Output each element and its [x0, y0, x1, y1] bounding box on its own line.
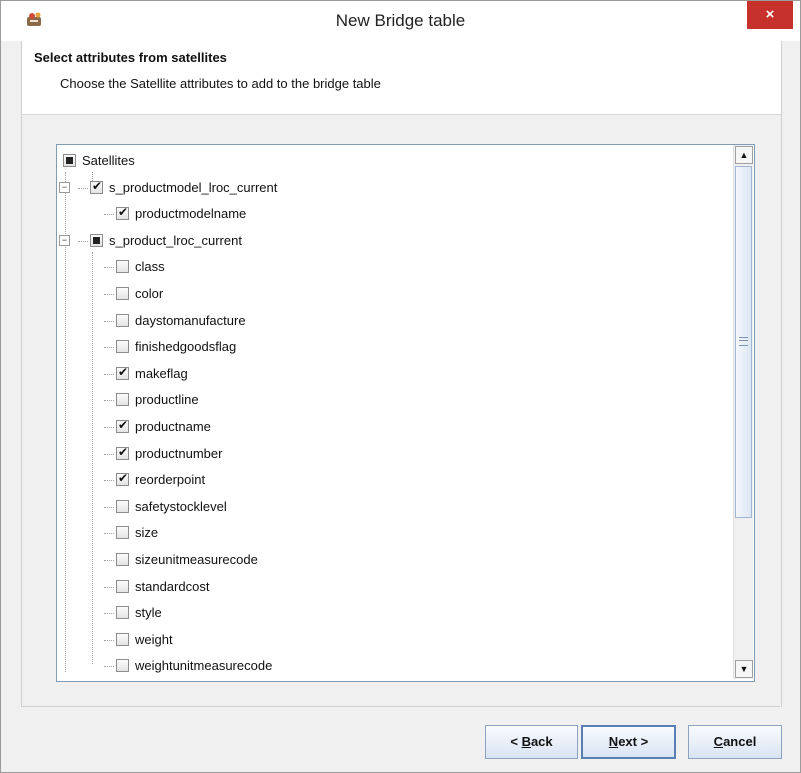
dialog-window: New Bridge table × Select attributes fro… [0, 0, 801, 773]
checkbox[interactable] [116, 606, 129, 620]
scroll-down-arrow[interactable]: ▼ [735, 660, 753, 678]
checkbox[interactable] [116, 553, 129, 566]
checkbox[interactable] [90, 179, 103, 194]
checkbox[interactable] [116, 260, 129, 274]
checkbox[interactable] [116, 393, 129, 407]
tree-connector [104, 427, 114, 428]
close-button[interactable]: × [747, 1, 793, 29]
vertical-scrollbar[interactable]: ▲ ▼ [733, 145, 753, 679]
checkbox[interactable] [116, 340, 129, 354]
header-description: Choose the Satellite attributes to add t… [60, 76, 381, 91]
attribute-label: productline [135, 392, 199, 408]
checkbox[interactable] [116, 418, 129, 433]
checkbox[interactable] [116, 526, 129, 540]
checkbox[interactable] [116, 365, 129, 380]
tree-connector [78, 240, 88, 242]
cancel-mnemonic: C [713, 734, 724, 749]
checkbox[interactable] [116, 659, 129, 673]
tree-connector [104, 347, 114, 349]
scroll-up-arrow[interactable]: ▲ [735, 146, 753, 164]
attribute-label: safetystocklevel [135, 498, 227, 514]
checkbox[interactable] [116, 499, 129, 513]
wizard-header: Select attributes from satellites Choose… [21, 41, 782, 114]
attribute-label: standardcost [135, 578, 210, 594]
checkbox[interactable] [116, 205, 129, 221]
checkbox[interactable] [63, 154, 76, 167]
tree-guide-line [65, 172, 66, 672]
back-prefix: < [510, 734, 522, 749]
collapse-toggle-icon[interactable]: − [59, 181, 70, 193]
back-button[interactable]: < Back [485, 725, 578, 759]
attribute-label: productmodelname [135, 206, 247, 222]
tree-connector [104, 560, 114, 561]
satellite-tree[interactable]: Satellites − s_productmodel_lroc_currentpr… [56, 144, 755, 682]
back-label: ack [530, 734, 553, 749]
tree-connector [78, 187, 88, 189]
tree-connector [104, 613, 114, 615]
attribute-label: productnumber [135, 445, 223, 461]
collapse-toggle-icon[interactable]: − [59, 234, 70, 246]
window-title: New Bridge table [335, 11, 466, 30]
tree-connector [104, 666, 114, 668]
checkbox[interactable] [116, 287, 129, 300]
attribute-label: finishedgoodsflag [135, 339, 237, 355]
next-label: ext [618, 734, 637, 749]
next-button[interactable]: Next > [581, 725, 676, 759]
attribute-label: reorderpoint [135, 472, 206, 488]
tree-connector [104, 586, 114, 588]
tree-root-label: Satellites [82, 153, 135, 168]
tree-connector [104, 373, 114, 375]
next-suffix: > [636, 734, 649, 749]
satellite-label: s_product_lroc_current [109, 232, 242, 248]
header-title: Select attributes from satellites [34, 50, 227, 65]
next-mnemonic: N [608, 734, 619, 749]
satellite-label: s_productmodel_lroc_current [109, 179, 278, 195]
attribute-label: daystomanufacture [135, 312, 246, 328]
tree-connector [104, 320, 114, 322]
attribute-label: style [135, 605, 162, 621]
checkbox[interactable] [116, 471, 129, 487]
cancel-button[interactable]: Cancel [688, 725, 782, 759]
tree-connector [104, 453, 114, 455]
tree-connector [104, 267, 114, 269]
attribute-label: sizeunitmeasurecode [135, 552, 258, 567]
title-bar[interactable]: New Bridge table × [1, 1, 800, 41]
attribute-label: color [135, 286, 164, 301]
tree-connector [104, 506, 114, 508]
attribute-label: size [135, 525, 159, 541]
attribute-label: productname [135, 419, 211, 434]
scroll-thumb[interactable] [735, 166, 752, 518]
attribute-label: makeflag [135, 365, 188, 381]
tree-connector [104, 480, 114, 482]
checkbox[interactable] [116, 632, 129, 646]
tree-connector [104, 639, 114, 641]
checkbox[interactable] [116, 313, 129, 327]
checkbox[interactable] [90, 233, 103, 247]
checkbox[interactable] [116, 579, 129, 593]
scroll-grip-icon [739, 337, 748, 346]
tree-connector [104, 294, 114, 295]
tree-connector [104, 533, 114, 535]
tree-connector [104, 214, 114, 216]
attribute-label: weightunitmeasurecode [135, 658, 273, 674]
back-mnemonic: B [521, 734, 531, 749]
tree-guide-line [92, 252, 93, 664]
attribute-label: weight [135, 631, 173, 647]
attribute-label: class [135, 259, 165, 275]
cancel-label: ancel [723, 734, 757, 749]
tree-connector [104, 400, 114, 402]
checkbox[interactable] [116, 445, 129, 460]
